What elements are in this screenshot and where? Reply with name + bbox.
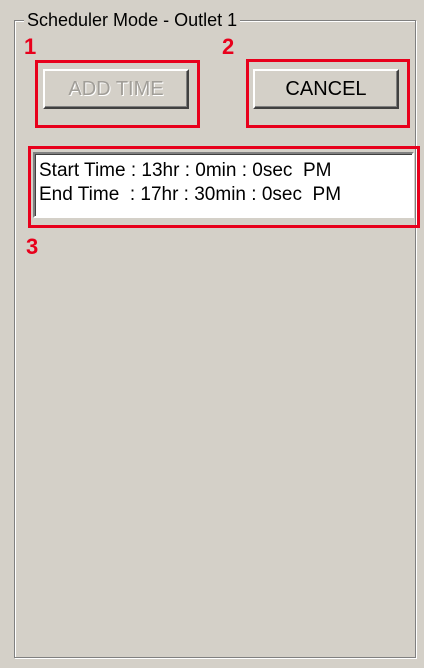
add-time-button[interactable]: ADD TIME	[43, 69, 189, 109]
list-item-end-time[interactable]: End Time : 17hr : 30min : 0sec PM	[39, 183, 412, 207]
scheduler-panel: Scheduler Mode - Outlet 1 1 2 3 ADD TIME…	[0, 0, 424, 668]
annotation-number-1: 1	[24, 34, 37, 59]
cancel-button[interactable]: CANCEL	[253, 69, 399, 109]
annotation-number-2: 2	[222, 34, 235, 59]
annotation-number-3: 3	[26, 234, 39, 259]
group-title: Scheduler Mode - Outlet 1	[24, 9, 241, 31]
schedule-listbox[interactable]: Start Time : 13hr : 0min : 0sec PM End T…	[33, 152, 414, 218]
list-item-start-time[interactable]: Start Time : 13hr : 0min : 0sec PM	[39, 159, 412, 183]
